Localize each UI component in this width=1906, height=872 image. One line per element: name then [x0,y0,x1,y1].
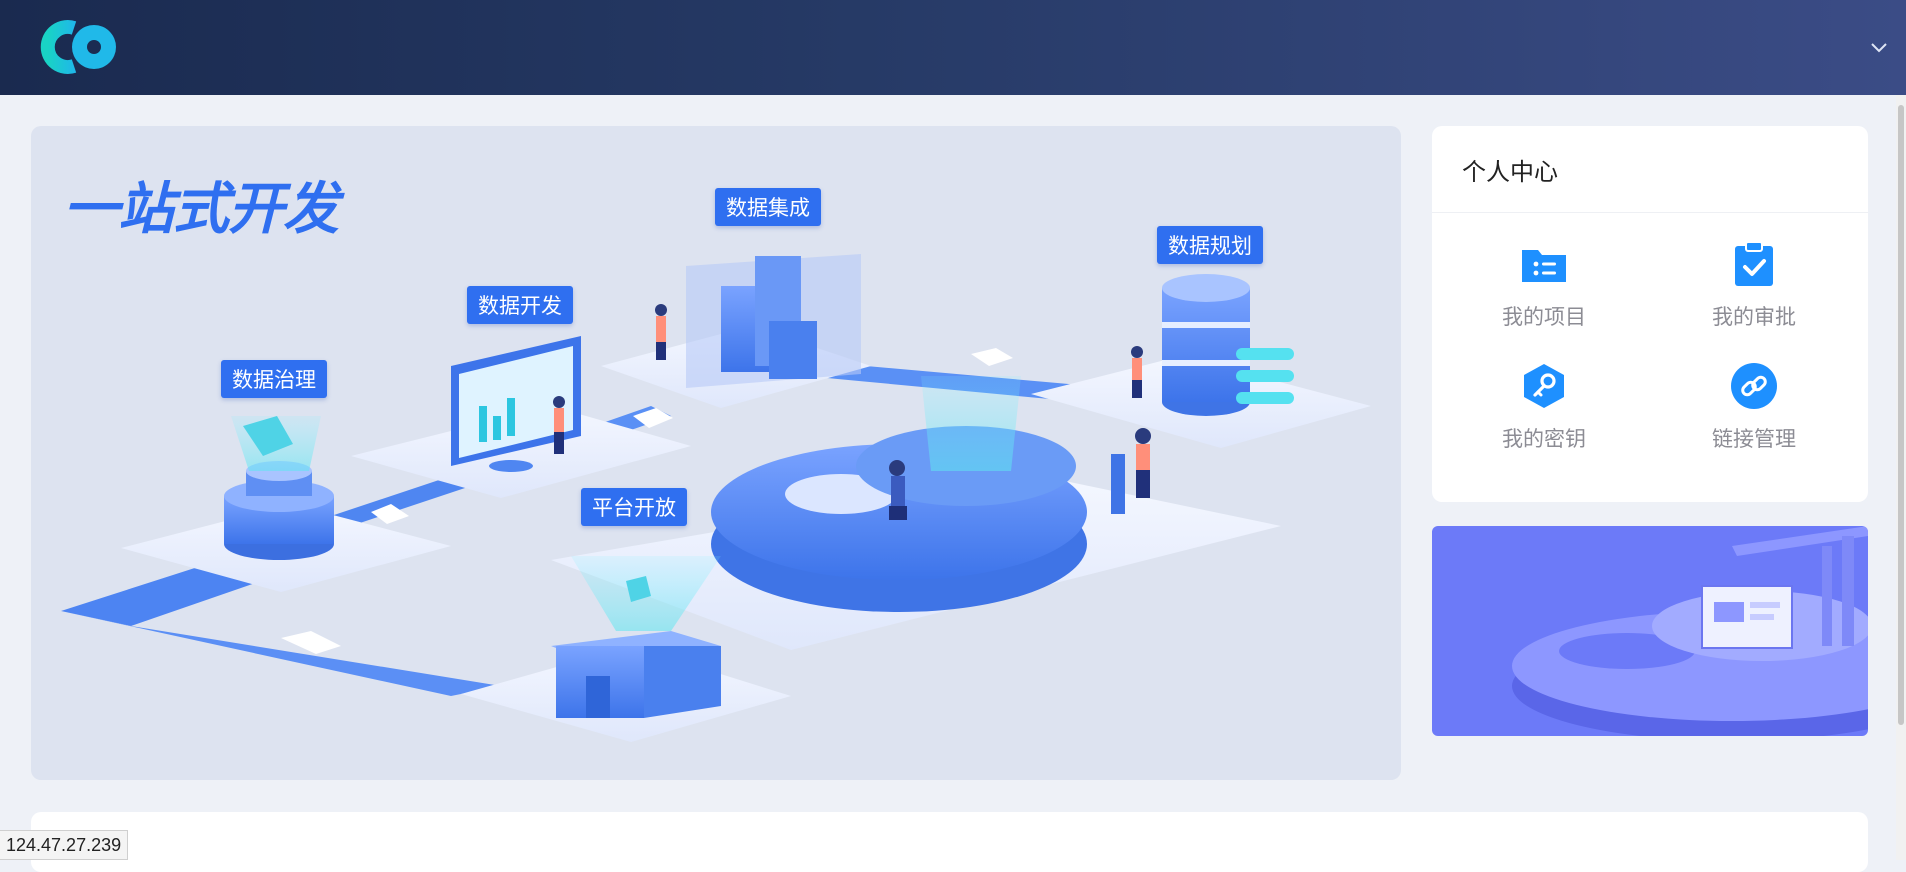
personal-center-card: 个人中心 我的项目 我的审批 我的密钥 链接管理 [1432,126,1868,502]
module-data-development[interactable]: 数据开发 [467,286,573,324]
scrollbar-thumb[interactable] [1898,105,1904,725]
my-keys-label: 我的密钥 [1502,427,1586,451]
co-logo-icon[interactable] [36,18,120,76]
clipboard-check-icon [1735,241,1773,286]
status-bar-url: 124.47.27.239 [0,830,129,860]
divider [1432,212,1868,213]
module-open-platform[interactable]: 平台开放 [581,488,687,526]
key-icon [1524,364,1564,408]
page-scrollbar[interactable] [1896,95,1906,860]
promo-banner[interactable] [1432,526,1868,736]
my-projects-button[interactable]: 我的项目 [1464,240,1624,350]
folder-list-icon [1522,250,1566,282]
personal-center-title: 个人中心 [1462,158,1558,186]
my-keys-button[interactable]: 我的密钥 [1464,362,1624,472]
module-data-governance[interactable]: 数据治理 [221,360,327,398]
link-management-label: 链接管理 [1712,427,1796,451]
one-stop-development-banner: 一站式开发 数据集成 数据规划 数据开发 数据治理 平台开放 [31,126,1401,780]
module-data-integration[interactable]: 数据集成 [715,188,821,226]
hero-title: 一站式开发 [63,177,339,242]
module-data-planning[interactable]: 数据规划 [1157,226,1263,264]
link-icon [1731,363,1777,409]
chevron-down-icon[interactable] [1866,34,1892,60]
link-management-button[interactable]: 链接管理 [1674,362,1834,472]
promo-illustration [1512,526,1868,736]
content-card [31,812,1868,872]
my-approvals-button[interactable]: 我的审批 [1674,240,1834,350]
my-approvals-label: 我的审批 [1712,305,1796,329]
top-navigation-bar [0,0,1906,95]
my-projects-label: 我的项目 [1502,305,1586,329]
